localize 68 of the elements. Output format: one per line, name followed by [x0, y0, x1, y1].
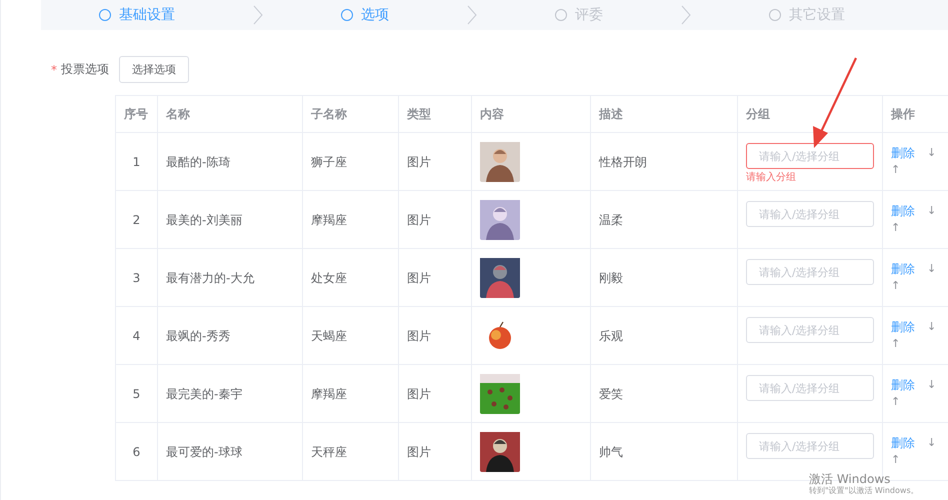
table-cell: 图片: [407, 444, 431, 458]
column-header: 子名称: [311, 107, 347, 121]
table-cell: 4: [132, 328, 140, 342]
table-cell: 摩羯座: [311, 386, 347, 400]
table-cell: 温柔: [599, 212, 623, 226]
field-label: 投票选项: [61, 61, 109, 78]
table-cell: 摩羯座: [311, 212, 347, 226]
chevron-icon: [467, 5, 477, 25]
table-cell: 5: [132, 386, 140, 400]
table-cell: 图片: [407, 270, 431, 284]
move-up-link[interactable]: ↑: [891, 279, 900, 293]
table-cell: 帅气: [599, 444, 623, 458]
move-up-link[interactable]: ↑: [891, 221, 900, 235]
column-header: 类型: [407, 107, 431, 121]
move-up-link[interactable]: ↑: [891, 395, 900, 409]
delete-link[interactable]: 删除: [891, 435, 915, 451]
table-cell: 最飒的-秀秀: [166, 328, 230, 342]
column-header: 分组: [746, 107, 770, 121]
move-down-link[interactable]: ↓: [927, 435, 936, 451]
step[interactable]: 选项: [341, 6, 389, 24]
table-cell: 天秤座: [311, 444, 347, 458]
group-input[interactable]: 请输入/选择分组: [746, 143, 874, 169]
table-cell: 最酷的-陈琦: [166, 154, 230, 168]
required-mark: *: [51, 62, 57, 76]
column-header: 操作: [891, 107, 915, 121]
table-cell: 狮子座: [311, 154, 347, 168]
delete-link[interactable]: 删除: [891, 203, 915, 219]
table-cell: 1: [132, 154, 140, 168]
table-cell: 2: [132, 212, 140, 226]
select-options-button[interactable]: 选择选项: [119, 56, 189, 83]
error-message: 请输入分组: [746, 172, 797, 184]
table-cell: 图片: [407, 212, 431, 226]
table-cell: 刚毅: [599, 270, 623, 284]
column-header: 描述: [599, 107, 623, 121]
step[interactable]: 基础设置: [99, 6, 175, 24]
move-up-link[interactable]: ↑: [891, 337, 900, 351]
column-header: 内容: [480, 107, 504, 121]
table-cell: 最可爱的-球球: [166, 444, 242, 458]
table-cell: 图片: [407, 386, 431, 400]
table-cell: 性格开朗: [599, 154, 647, 168]
table-cell: 处女座: [311, 270, 347, 284]
table-cell: 最有潜力的-大允: [166, 270, 254, 284]
move-down-link[interactable]: ↓: [927, 377, 936, 393]
delete-link[interactable]: 删除: [891, 145, 915, 161]
table-cell: 爱笑: [599, 386, 623, 400]
table-cell: 最美的-刘美丽: [166, 212, 242, 226]
move-up-link[interactable]: ↑: [891, 453, 900, 467]
chevron-icon: [681, 5, 691, 25]
move-down-link[interactable]: ↓: [927, 203, 936, 219]
activation-title: 激活 Windows: [809, 473, 892, 486]
table-cell: 图片: [407, 154, 431, 168]
move-down-link[interactable]: ↓: [927, 319, 936, 335]
delete-link[interactable]: 删除: [891, 377, 915, 393]
activation-subtitle: 转到"设置"以激活 Windows。: [809, 486, 919, 496]
chevron-icon: [253, 5, 263, 25]
column-header: 名称: [166, 107, 190, 121]
delete-link[interactable]: 删除: [891, 319, 915, 335]
table-cell: 图片: [407, 328, 431, 342]
table-cell: 天蝎座: [311, 328, 347, 342]
table-cell: 乐观: [599, 328, 623, 342]
delete-link[interactable]: 删除: [891, 261, 915, 277]
move-down-link[interactable]: ↓: [927, 261, 936, 277]
table-cell: 3: [132, 270, 140, 284]
move-down-link[interactable]: ↓: [927, 145, 936, 161]
column-header: 序号: [124, 107, 148, 121]
move-up-link[interactable]: ↑: [891, 163, 900, 177]
table-cell: 6: [132, 444, 140, 458]
table-cell: 最完美的-秦宇: [166, 386, 242, 400]
